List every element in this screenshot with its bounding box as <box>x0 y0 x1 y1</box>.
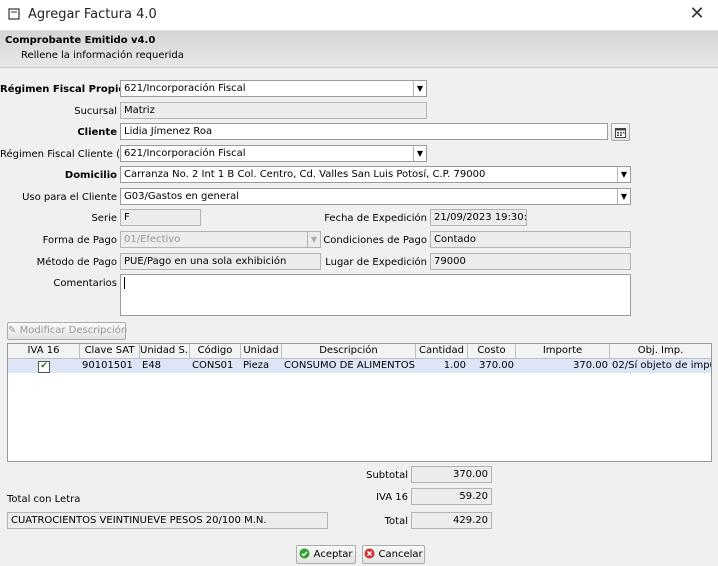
comentarios-label: Comentarios <box>53 278 117 289</box>
column-header[interactable]: Importe <box>516 344 610 359</box>
condiciones-field: Contado <box>430 231 631 248</box>
chevron-down-icon[interactable]: ▼ <box>617 167 630 182</box>
title-bar: Agregar Factura 4.0 ✕ <box>0 0 718 31</box>
header-banner: Comprobante Emitido v4.0 Rellene la info… <box>0 31 718 68</box>
condiciones-label: Condiciones de Pago <box>323 235 427 246</box>
uso-value: G03/Gastos en general <box>124 191 240 202</box>
total-letra-label: Total con Letra <box>7 494 81 505</box>
serie-label: Serie <box>91 213 117 224</box>
codigo-cell: CONS01 <box>192 360 234 371</box>
total-letra-field: CUATROCIENTOS VEINTINUEVE PESOS 20/100 M… <box>7 512 328 529</box>
lugar-label: Lugar de Expedición <box>325 257 427 268</box>
regimen-propio-label: Régimen Fiscal Propio (*) <box>0 84 144 95</box>
table-row[interactable]: ✔ 90101501 E48 CONS01 Pieza CONSUMO DE A… <box>8 359 711 373</box>
column-header[interactable]: Obj. Imp. <box>610 344 711 359</box>
cancel-circle-icon <box>364 548 375 559</box>
cliente-label: Cliente <box>77 127 117 138</box>
cancel-button[interactable]: Cancelar <box>362 545 425 564</box>
total-field: 429.20 <box>411 512 492 529</box>
forma-pago-value: 01/Efectivo <box>124 234 181 245</box>
iva16-checkbox[interactable]: ✔ <box>38 361 50 375</box>
close-icon[interactable]: ✕ <box>686 3 708 25</box>
iva-field: 59.20 <box>411 488 492 505</box>
obj-imp-cell: 02/Sí objeto de impuesto. <box>612 360 711 371</box>
uso-select[interactable]: G03/Gastos en general ▼ <box>120 188 631 205</box>
comentarios-textarea[interactable] <box>120 274 631 316</box>
fecha-label: Fecha de Expedición <box>324 213 427 224</box>
chevron-down-icon: ▼ <box>307 232 320 247</box>
banner-subtitle: Rellene la información requerida <box>21 50 184 61</box>
checkmark-icon: ✔ <box>38 361 50 373</box>
modify-description-button[interactable]: ✎ Modificar Descripción <box>7 322 128 340</box>
sucursal-label: Sucursal <box>74 106 117 117</box>
regimen-propio-value: 621/Incorporación Fiscal <box>124 83 246 94</box>
sucursal-field: Matriz <box>120 102 427 119</box>
subtotal-label: Subtotal <box>366 470 408 481</box>
column-header[interactable]: Costo <box>468 344 516 359</box>
check-circle-icon <box>299 548 310 559</box>
cliente-input[interactable]: Lidia Jímenez Roa <box>120 123 608 140</box>
metodo-pago-label: Método de Pago <box>36 257 117 268</box>
forma-pago-label: Forma de Pago <box>42 235 117 246</box>
modify-description-label: Modificar Descripción <box>19 325 128 336</box>
chevron-down-icon[interactable]: ▼ <box>413 146 426 161</box>
iva-label: IVA 16 <box>376 492 408 503</box>
metodo-pago-field: PUE/Pago en una sola exhibición <box>120 253 321 270</box>
costo-cell: 370.00 <box>479 360 514 371</box>
window-title: Agregar Factura 4.0 <box>28 7 157 22</box>
column-header[interactable]: Clave SAT <box>80 344 140 359</box>
chevron-down-icon[interactable]: ▼ <box>413 81 426 96</box>
pencil-icon: ✎ <box>8 325 17 336</box>
text-caret <box>124 277 125 289</box>
column-header[interactable]: IVA 16 <box>8 344 80 359</box>
regimen-cliente-value: 621/Incorporación Fiscal <box>124 148 246 159</box>
lugar-field: 79000 <box>430 253 631 270</box>
column-header[interactable]: Descripción <box>282 344 416 359</box>
regimen-cliente-label: Régimen Fiscal Cliente (*) <box>0 149 129 160</box>
banner-heading: Comprobante Emitido v4.0 <box>5 35 156 46</box>
cancel-label: Cancelar <box>378 549 423 560</box>
total-label: Total <box>384 516 408 527</box>
uso-label: Uso para el Cliente <box>22 192 117 203</box>
column-header[interactable]: Unidad <box>241 344 282 359</box>
chevron-down-icon[interactable]: ▼ <box>617 189 630 204</box>
calendar-grid-icon <box>615 128 626 138</box>
regimen-propio-select[interactable]: 621/Incorporación Fiscal ▼ <box>120 80 427 97</box>
client-search-button[interactable] <box>611 123 630 141</box>
domicilio-value: Carranza No. 2 Int 1 B Col. Centro, Cd. … <box>124 169 486 180</box>
clave-sat-cell: 90101501 <box>82 360 133 371</box>
cantidad-cell: 1.00 <box>443 360 466 371</box>
descripcion-cell: CONSUMO DE ALIMENTOS <box>284 360 415 371</box>
forma-pago-select: 01/Efectivo ▼ <box>120 231 321 248</box>
subtotal-field: 370.00 <box>411 466 492 483</box>
column-header[interactable]: Código <box>190 344 241 359</box>
unidad-cell: Pieza <box>243 360 270 371</box>
items-table[interactable]: IVA 16 Clave SAT Unidad S... Código Unid… <box>7 343 712 462</box>
unidad-sat-cell: E48 <box>142 360 162 371</box>
accept-label: Aceptar <box>313 549 353 560</box>
regimen-cliente-select[interactable]: 621/Incorporación Fiscal ▼ <box>120 145 427 162</box>
fecha-field: 21/09/2023 19:30:23 <box>430 209 527 226</box>
serie-field: F <box>120 209 201 226</box>
domicilio-label: Domicilio <box>64 170 117 181</box>
domicilio-select[interactable]: Carranza No. 2 Int 1 B Col. Centro, Cd. … <box>120 166 631 183</box>
window-app-icon <box>8 8 20 20</box>
column-header[interactable]: Cantidad <box>416 344 468 359</box>
importe-cell: 370.00 <box>573 360 608 371</box>
accept-button[interactable]: Aceptar <box>296 545 356 564</box>
column-header[interactable]: Unidad S... <box>140 344 190 359</box>
